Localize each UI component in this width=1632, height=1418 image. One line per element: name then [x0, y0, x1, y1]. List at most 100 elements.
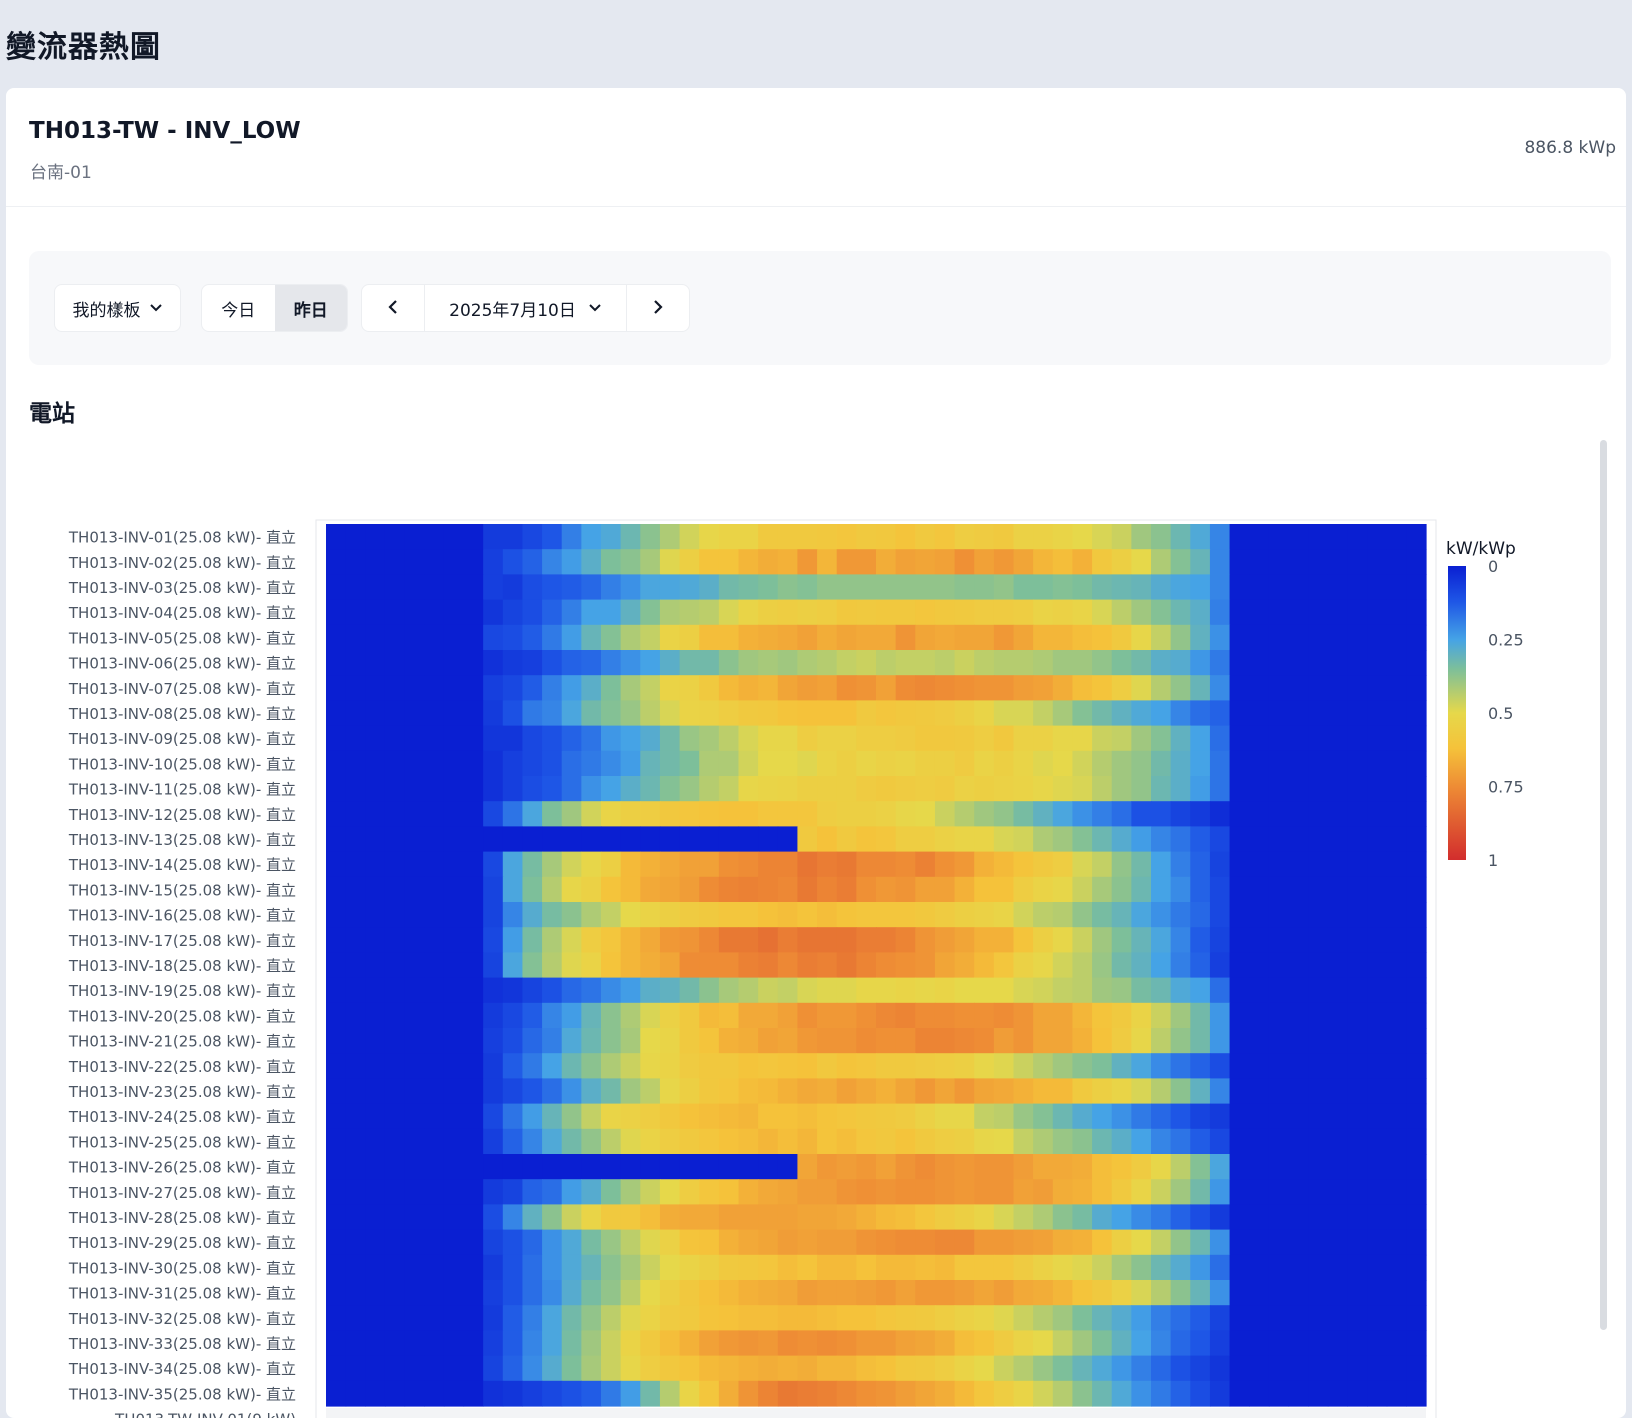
heatmap-cell: [738, 1103, 759, 1130]
heatmap-cell: [384, 599, 406, 626]
row-label: TH013-INV-09(25.08 kW)- 直立: [68, 730, 296, 748]
heatmap-cell: [777, 549, 799, 575]
heatmap-cell: [1170, 1103, 1191, 1130]
heatmap-cell: [620, 650, 641, 676]
heatmap-cell: [424, 1254, 445, 1281]
heatmap-cell: [581, 1204, 602, 1231]
heatmap-cell: [542, 574, 563, 601]
heatmap-cell: [1268, 1380, 1290, 1407]
heatmap-cell: [797, 1254, 818, 1281]
heatmap-cell: [1406, 1330, 1427, 1357]
heatmap-cell: [326, 1053, 347, 1079]
heatmap-cell: [1013, 700, 1034, 727]
heatmap-cell: [718, 876, 740, 903]
next-date-button[interactable]: [626, 285, 689, 331]
yesterday-button[interactable]: 昨日: [274, 285, 347, 331]
heatmap-cell: [443, 1028, 465, 1054]
heatmap-cell: [1386, 876, 1407, 903]
heatmap-cell: [345, 1078, 366, 1105]
heatmap-cell: [1406, 1002, 1427, 1029]
heatmap-cell: [1131, 927, 1152, 953]
heatmap-cell: [1347, 574, 1368, 601]
heatmap-cell: [1190, 1330, 1211, 1357]
prev-date-button[interactable]: [362, 285, 425, 331]
heatmap-cell: [1033, 927, 1054, 953]
heatmap-cell: [601, 1280, 622, 1306]
heatmap-cell: [483, 650, 504, 676]
heatmap-cell: [620, 1229, 641, 1256]
heatmap-cell: [993, 1254, 1015, 1281]
heatmap-cell: [443, 851, 465, 878]
heatmap-cell: [718, 1204, 740, 1231]
heatmap-cell: [1308, 750, 1329, 777]
heatmap-cell: [895, 1002, 916, 1029]
heatmap-cell: [1111, 1355, 1132, 1382]
heatmap-cell: [542, 1330, 563, 1357]
heatmap-cell: [345, 1330, 366, 1357]
heatmap-cell: [1013, 750, 1034, 777]
heatmap-cell: [679, 826, 700, 853]
heatmap-cell: [876, 1229, 897, 1256]
heatmap-cell: [522, 801, 543, 827]
heatmap-cell: [443, 1229, 465, 1256]
heatmap-cell: [365, 549, 386, 575]
heatmap-cell: [1249, 1229, 1270, 1256]
heatmap-cell: [974, 1330, 995, 1357]
today-button[interactable]: 今日: [202, 285, 275, 331]
heatmap-cell: [718, 801, 740, 827]
heatmap-cell: [601, 1002, 622, 1029]
heatmap-cell: [522, 574, 543, 601]
heatmap-cell: [1092, 801, 1113, 827]
heatmap-cell: [1092, 952, 1113, 979]
heatmap-cell: [659, 1002, 681, 1029]
heatmap-cell: [993, 1128, 1015, 1155]
heatmap-cell: [915, 1154, 936, 1180]
heatmap-cell: [993, 700, 1015, 727]
station-capacity: 886.8 kWp: [1524, 138, 1616, 158]
heatmap-cell: [542, 750, 563, 777]
heatmap-cell: [522, 1204, 543, 1231]
heatmap-cell: [1072, 750, 1093, 777]
heatmap-cell: [1033, 876, 1054, 903]
heatmap-cell: [365, 977, 386, 1004]
heatmap-cell: [758, 876, 779, 903]
heatmap-cell: [1386, 927, 1407, 953]
heatmap-cell: [895, 524, 916, 550]
heatmap-cell: [1052, 1204, 1074, 1231]
heatmap-cell: [699, 1204, 720, 1231]
date-picker[interactable]: 2025年7月10日: [425, 285, 626, 331]
heatmap-cell: [1229, 1103, 1250, 1130]
heatmap-cell: [1406, 725, 1427, 752]
heatmap-cell: [1013, 524, 1034, 550]
heatmap-cell: [876, 1280, 897, 1306]
scrollbar[interactable]: [1600, 440, 1607, 1330]
heatmap-cell: [797, 1103, 818, 1130]
heatmap-cell: [1386, 750, 1407, 777]
heatmap-cell: [463, 1103, 484, 1130]
heatmap-cell: [1288, 1254, 1309, 1281]
heatmap-cell: [797, 977, 818, 1004]
heatmap-cell: [738, 1280, 759, 1306]
heatmap-cell: [797, 1204, 818, 1231]
heatmap-cell: [758, 1154, 779, 1180]
template-dropdown[interactable]: 我的樣板: [54, 284, 181, 332]
heatmap-cell: [895, 1103, 916, 1130]
heatmap-cell: [502, 902, 524, 928]
heatmap-cell: [424, 1229, 445, 1256]
heatmap-cell: [659, 1305, 681, 1331]
heatmap-cell: [542, 1154, 563, 1180]
heatmap-cell: [1111, 1053, 1132, 1079]
heatmap-cell: [934, 1154, 956, 1180]
heatmap-cell: [895, 902, 916, 928]
heatmap-cell: [483, 1229, 504, 1256]
heatmap-cell: [522, 902, 543, 928]
heatmap-cell: [1249, 776, 1270, 802]
heatmap-cell: [758, 826, 779, 853]
heatmap-cell: [1327, 1280, 1349, 1306]
heatmap-cell: [1308, 1254, 1329, 1281]
heatmap-cell: [974, 675, 995, 701]
heatmap-cell: [326, 574, 347, 601]
row-label: TH013-INV-12(25.08 kW)- 直立: [68, 806, 296, 824]
heatmap-cell: [404, 624, 425, 651]
heatmap-cell: [1308, 1103, 1329, 1130]
